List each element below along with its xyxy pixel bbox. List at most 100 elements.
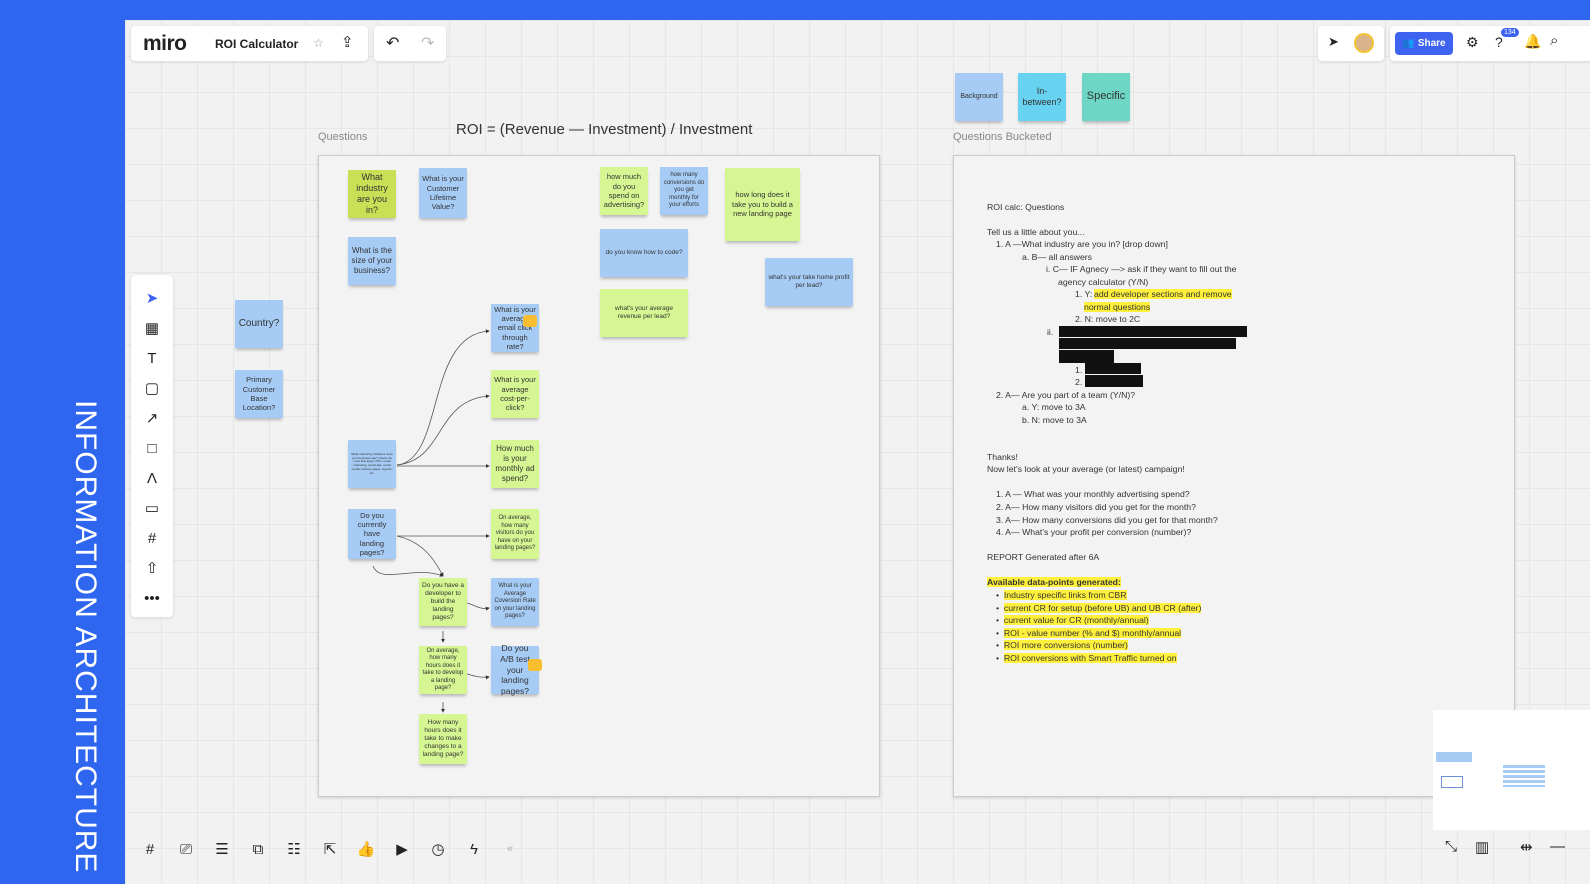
doc-bullet: • current CR for setup (before UB) and U… bbox=[996, 602, 1202, 613]
bullet-icon: • bbox=[996, 653, 1004, 663]
sticky-note[interactable]: do you know how to code? bbox=[600, 229, 688, 277]
doc-bullet: • ROI more conversions (number) bbox=[996, 640, 1128, 651]
doc-line-row: 1. A — What was your monthly advertising… bbox=[996, 489, 1190, 499]
sticky-note[interactable]: How many hours does it take to make chan… bbox=[419, 714, 467, 764]
sticky-primary-location[interactable]: Primary Customer Base Location? bbox=[235, 370, 283, 418]
sticky-note[interactable]: what's your take home profit per lead? bbox=[765, 258, 853, 306]
side-title: INFORMATION ARCHITECTURE bbox=[69, 400, 102, 874]
sticky-note[interactable]: On average, how many hours does it take … bbox=[419, 646, 467, 694]
zoom-out-icon[interactable]: — bbox=[1550, 838, 1565, 855]
map-icon[interactable]: ▥ bbox=[1475, 838, 1489, 856]
timer-icon[interactable]: ◷ bbox=[423, 834, 453, 864]
doc-line-row: 1. Y: bbox=[1075, 289, 1092, 299]
connector bbox=[372, 565, 444, 577]
bottom-toolbar: # ⎚ ☰ ⧉ ☷ ⇱ 👍 ▶ ◷ ϟ « bbox=[135, 834, 525, 864]
sticky-note[interactable]: What marketing initiatives does your bus… bbox=[348, 440, 396, 488]
minimap-viewport[interactable] bbox=[1441, 776, 1463, 788]
doc-line-row: ROI calc: Questions bbox=[987, 202, 1064, 212]
doc-line: REPORT Generated after 6A bbox=[987, 552, 1100, 562]
doc-line-row: Thanks! bbox=[987, 452, 1018, 462]
comments-icon[interactable]: ☰ bbox=[207, 834, 237, 864]
lightning-icon[interactable]: ϟ bbox=[459, 834, 489, 864]
comment-tool-icon[interactable]: ▭ bbox=[137, 493, 167, 523]
present-icon[interactable]: ⎚ bbox=[171, 834, 201, 864]
doc-line-row: 2. bbox=[1075, 377, 1082, 387]
doc-line-row: 4. A— What's your profit per conversion … bbox=[996, 527, 1191, 537]
redaction-block bbox=[1085, 375, 1143, 387]
connection-line-icon[interactable]: ↗ bbox=[137, 403, 167, 433]
collapse-icon[interactable]: « bbox=[495, 834, 525, 864]
comment-icon[interactable] bbox=[523, 315, 537, 327]
pen-icon[interactable]: Λ bbox=[137, 463, 167, 493]
sticky-note[interactable]: On average, how many visitors do you hav… bbox=[491, 509, 539, 559]
fit-width-icon[interactable]: ⇹ bbox=[1520, 838, 1533, 856]
frames-icon[interactable]: # bbox=[135, 834, 165, 864]
doc-line: Available data-points generated: bbox=[987, 577, 1121, 587]
doc-line: 2. N: move to 2C bbox=[1075, 314, 1141, 324]
connectors bbox=[372, 329, 490, 713]
doc-bullet-text: current value for CR (monthly/annual) bbox=[1003, 615, 1149, 626]
sticky-note[interactable]: Do you have a developer to build the lan… bbox=[419, 578, 467, 626]
doc-line: 1. Y: bbox=[1075, 289, 1093, 299]
doc-line: a. B— all answers bbox=[1022, 252, 1093, 262]
sticky-note[interactable]: What is your Customer Lifetime Value? bbox=[419, 168, 467, 218]
sticky-note[interactable]: how many conversions do you get monthly … bbox=[660, 167, 708, 215]
comment-icon[interactable] bbox=[528, 659, 542, 671]
redaction-block bbox=[1085, 363, 1141, 374]
bullet-icon: • bbox=[996, 590, 1004, 600]
doc-line: b. N: move to 3A bbox=[1022, 415, 1087, 425]
sticky-note[interactable]: What is your Average Coversion Rate on y… bbox=[491, 578, 539, 626]
fit-screen-icon[interactable]: ⤡ bbox=[1445, 838, 1457, 855]
sticky-note[interactable]: What is your average cost-per-click? bbox=[491, 370, 539, 418]
sticky-note[interactable]: How much is your monthly ad spend? bbox=[491, 440, 539, 488]
bullet-icon: • bbox=[996, 615, 1004, 626]
doc-line-row: 2. A— Are you part of a team (Y/N)? bbox=[996, 390, 1135, 400]
doc-line: Thanks! bbox=[987, 452, 1018, 462]
doc-line-row: add developer sections and remove bbox=[1094, 289, 1232, 299]
sticky-note[interactable]: What is the size of your business? bbox=[348, 237, 396, 285]
doc-line: agency calculator (Y/N) bbox=[1058, 277, 1149, 287]
doc-line: 1. A — What was your monthly advertising… bbox=[996, 489, 1190, 499]
doc-bullet-text: ROI more conversions (number) bbox=[1003, 640, 1128, 651]
sticky-note[interactable]: what's your average revenue per lead? bbox=[600, 289, 688, 337]
sticky-note-icon[interactable]: ▢ bbox=[137, 373, 167, 403]
doc-line-row: i. C— IF Agnecy —> ask if they want to f… bbox=[1046, 264, 1236, 274]
tools-toolbar: ➤ ▦ T ▢ ↗ □ Λ ▭ # ⇧ ••• bbox=[131, 275, 173, 617]
shape-icon[interactable]: □ bbox=[137, 433, 167, 463]
video-icon[interactable]: ▶ bbox=[387, 834, 417, 864]
select-cursor-icon[interactable]: ➤ bbox=[137, 283, 167, 313]
doc-line-row: 2. N: move to 2C bbox=[1075, 314, 1140, 324]
board-canvas[interactable]: miro ROI Calculator ☆ ⇪ ↶ ↷ ➤ 👥 Share ⚙ ?… bbox=[125, 20, 1590, 884]
frame-tool-icon[interactable]: # bbox=[137, 523, 167, 553]
sticky-note[interactable]: Do you currently have landing pages? bbox=[348, 509, 396, 559]
doc-bullet: • ROI conversions with Smart Traffic tur… bbox=[996, 653, 1177, 663]
sticky-note[interactable]: What industry are you in? bbox=[348, 170, 396, 218]
connector bbox=[396, 394, 490, 466]
minimap-preview bbox=[1503, 765, 1545, 787]
doc-line-row: normal questions bbox=[1084, 302, 1151, 312]
doc-line: normal questions bbox=[1084, 302, 1151, 312]
screen-share-icon[interactable]: ⧉ bbox=[243, 834, 273, 864]
cards-icon[interactable]: ☷ bbox=[279, 834, 309, 864]
share-out-icon[interactable]: ⇱ bbox=[315, 834, 345, 864]
doc-line: 2. A— Are you part of a team (Y/N)? bbox=[996, 390, 1136, 400]
upload-icon[interactable]: ⇧ bbox=[137, 553, 167, 583]
text-tool-icon[interactable]: T bbox=[137, 343, 167, 373]
doc-line: ii. bbox=[1047, 327, 1054, 337]
doc-line-row: 1. A —What industry are you in? [drop do… bbox=[996, 239, 1168, 249]
minimap[interactable] bbox=[1433, 710, 1590, 830]
sticky-note[interactable]: how much do you spend on advertising? bbox=[600, 167, 648, 215]
doc-line-row: REPORT Generated after 6A bbox=[987, 552, 1099, 562]
more-tools-icon[interactable]: ••• bbox=[137, 583, 167, 613]
doc-line-row: 1. bbox=[1075, 365, 1082, 375]
templates-icon[interactable]: ▦ bbox=[137, 313, 167, 343]
voting-icon[interactable]: 👍 bbox=[351, 834, 381, 864]
connector bbox=[466, 673, 490, 680]
sticky-country[interactable]: Country? bbox=[235, 300, 283, 348]
doc-line-row: b. N: move to 3A bbox=[1022, 415, 1087, 425]
doc-line: a. Y: move to 3A bbox=[1022, 402, 1086, 412]
doc-line: 2. bbox=[1075, 377, 1083, 387]
sticky-note[interactable]: What is your average email click through… bbox=[491, 304, 539, 352]
sticky-note[interactable]: how long does it take you to build a new… bbox=[725, 168, 800, 241]
bullet-icon: • bbox=[996, 640, 1004, 651]
